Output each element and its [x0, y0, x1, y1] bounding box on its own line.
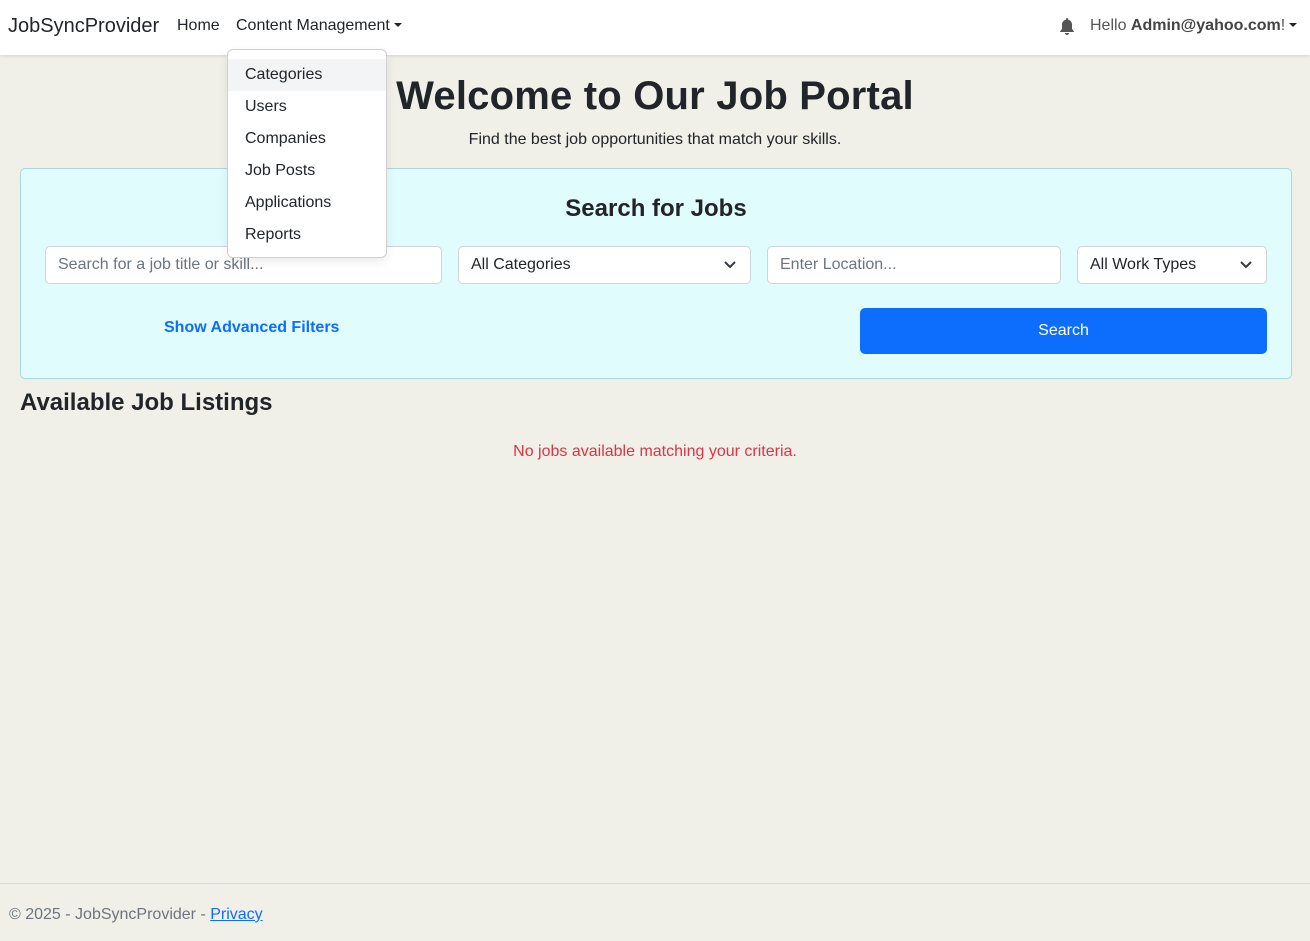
- copyright-text: © 2025 - JobSyncProvider -: [9, 906, 211, 923]
- advanced-filters-toggle[interactable]: Show Advanced Filters: [164, 319, 339, 337]
- work-type-selected-value: All Work Types: [1090, 256, 1197, 273]
- dropdown-item-categories[interactable]: Categories: [228, 59, 386, 91]
- dropdown-item-applications[interactable]: Applications: [228, 187, 386, 219]
- category-select[interactable]: All Categories: [458, 246, 751, 284]
- bell-icon[interactable]: [1059, 18, 1075, 36]
- content-management-dropdown: Categories Users Companies Job Posts App…: [227, 49, 387, 258]
- dropdown-item-companies[interactable]: Companies: [228, 123, 386, 155]
- search-button[interactable]: Search: [860, 308, 1267, 354]
- nav-home-link[interactable]: Home: [177, 17, 220, 35]
- chevron-down-icon: [1240, 261, 1252, 269]
- search-panel: Search for Jobs Search for a job title o…: [20, 168, 1292, 379]
- footer-text: © 2025 - JobSyncProvider - Privacy: [9, 906, 263, 924]
- hello-prefix: Hello: [1090, 17, 1131, 34]
- empty-state-message: No jobs available matching your criteria…: [513, 443, 797, 460]
- nav-content-management-toggle[interactable]: Content Management: [236, 17, 402, 35]
- dropdown-item-users[interactable]: Users: [228, 91, 386, 123]
- chevron-down-icon: [724, 261, 736, 269]
- brand-link[interactable]: JobSyncProvider: [8, 15, 159, 38]
- dropdown-item-reports[interactable]: Reports: [228, 219, 386, 251]
- user-email: Admin@yahoo.com: [1130, 17, 1281, 34]
- privacy-link[interactable]: Privacy: [210, 906, 262, 923]
- dropdown-item-job-posts[interactable]: Job Posts: [228, 155, 386, 187]
- user-menu-toggle[interactable]: Hello Admin@yahoo.com!: [1090, 17, 1298, 35]
- navbar: JobSyncProvider Home Content Management …: [0, 0, 1310, 55]
- nav-content-management-label: Content Management: [236, 17, 390, 34]
- caret-down-icon: [393, 23, 402, 27]
- location-input[interactable]: Enter Location...: [767, 246, 1061, 284]
- search-title: Search for Jobs: [565, 195, 747, 222]
- footer: © 2025 - JobSyncProvider - Privacy: [0, 883, 1310, 941]
- category-selected-value: All Categories: [471, 256, 571, 273]
- page-title: Welcome to Our Job Portal: [396, 74, 914, 118]
- page-subtitle: Find the best job opportunities that mat…: [468, 131, 842, 148]
- listings-title: Available Job Listings: [20, 389, 273, 416]
- caret-down-icon: [1289, 23, 1298, 27]
- work-type-select[interactable]: All Work Types: [1077, 246, 1267, 284]
- hello-suffix: !: [1280, 17, 1286, 34]
